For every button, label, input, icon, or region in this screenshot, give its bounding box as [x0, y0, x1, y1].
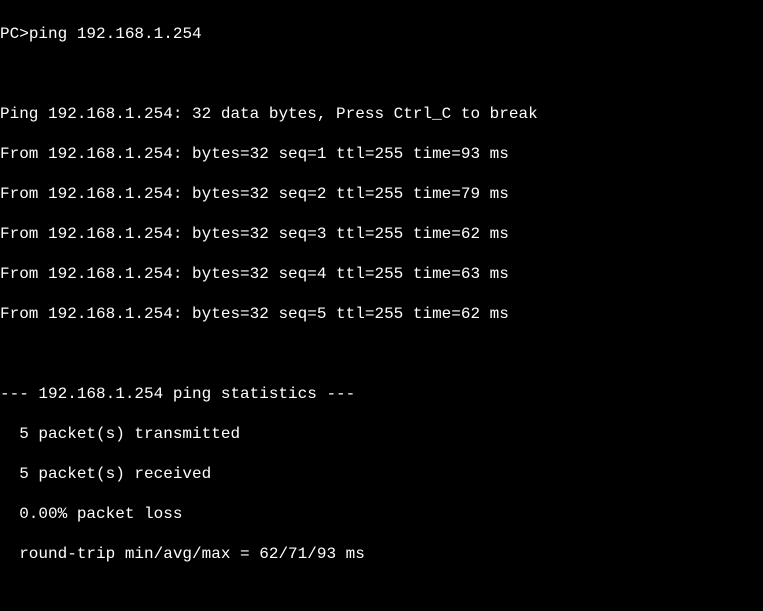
stats-header: --- 192.168.1.254 ping statistics --- — [0, 384, 763, 404]
ping-header: Ping 192.168.1.254: 32 data bytes, Press… — [0, 104, 763, 124]
command-text: ping 192.168.1.254 — [29, 25, 202, 43]
ping-reply: From 192.168.1.254: bytes=32 seq=5 ttl=2… — [0, 304, 763, 324]
stats-line: round-trip min/avg/max = 62/71/93 ms — [0, 544, 763, 564]
stats-line: 0.00% packet loss — [0, 504, 763, 524]
terminal-output[interactable]: PC>ping 192.168.1.254 Ping 192.168.1.254… — [0, 0, 763, 611]
blank-line — [0, 584, 763, 604]
ping-reply: From 192.168.1.254: bytes=32 seq=1 ttl=2… — [0, 144, 763, 164]
command-line: PC>ping 192.168.1.254 — [0, 24, 763, 44]
stats-line: 5 packet(s) received — [0, 464, 763, 484]
stats-line: 5 packet(s) transmitted — [0, 424, 763, 444]
ping-reply: From 192.168.1.254: bytes=32 seq=2 ttl=2… — [0, 184, 763, 204]
blank-line — [0, 64, 763, 84]
blank-line — [0, 344, 763, 364]
prompt: PC> — [0, 25, 29, 43]
ping-reply: From 192.168.1.254: bytes=32 seq=4 ttl=2… — [0, 264, 763, 284]
ping-reply: From 192.168.1.254: bytes=32 seq=3 ttl=2… — [0, 224, 763, 244]
